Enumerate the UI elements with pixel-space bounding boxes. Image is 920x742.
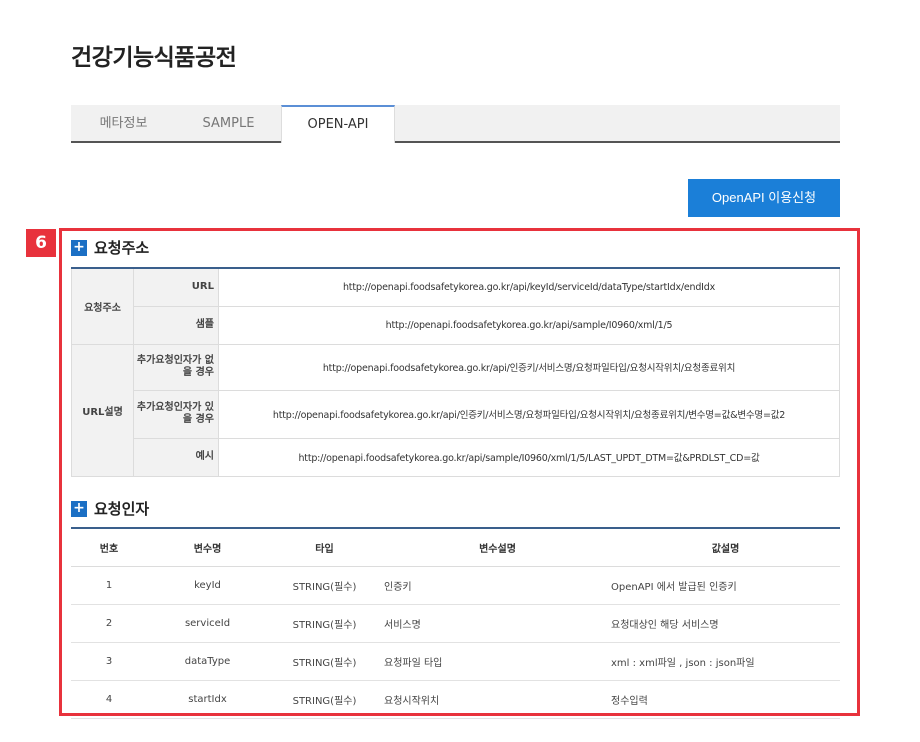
column-header: 변수설명 (381, 528, 611, 567)
table-row: URL설명 추가요청인자가 없을 경우 http://openapi.foods… (71, 343, 840, 477)
url-value: http://openapi.foodsafetykorea.go.kr/api… (218, 389, 840, 439)
param-value-description: 정수입력 (611, 680, 840, 719)
param-description: 인증키 (381, 566, 611, 605)
sample-url-value: http://openapi.foodsafetykorea.go.kr/api… (218, 305, 840, 345)
param-number: 4 (71, 680, 147, 719)
table-row: 요청주소 URL http://openapi.foodsafetykorea.… (71, 267, 840, 345)
table-row: 샘플 http://openapi.foodsafetykorea.go.kr/… (72, 305, 840, 345)
url-value: http://openapi.foodsafetykorea.go.kr/api… (218, 343, 840, 391)
param-value-description: xml : xml파일 , json : json파일 (611, 642, 840, 681)
plus-icon[interactable]: + (71, 239, 87, 256)
column-header: 번호 (71, 528, 147, 567)
table-row: 예시 http://openapi.foodsafetykorea.go.kr/… (72, 437, 840, 477)
group-label: 요청주소 (71, 267, 134, 345)
group-label: URL설명 (71, 343, 134, 477)
row-label: URL (133, 267, 219, 307)
param-name: dataType (147, 642, 268, 681)
table-row: 4 startIdx STRING(필수) 요청시작위치 정수입력 (71, 680, 840, 719)
example-url-value: http://openapi.foodsafetykorea.go.kr/api… (218, 437, 840, 477)
url-value: http://openapi.foodsafetykorea.go.kr/api… (218, 267, 840, 307)
param-description: 서비스명 (381, 604, 611, 643)
section-request-params: + 요청인자 (71, 498, 149, 519)
row-label: 추가요청인자가 없을 경우 (133, 343, 219, 391)
param-description: 요청파일 타입 (381, 642, 611, 681)
tab-bar: 메타정보 SAMPLE OPEN-API (71, 105, 840, 143)
column-header: 타입 (268, 528, 381, 567)
page-title: 건강기능식품공전 (71, 45, 237, 71)
param-type: STRING(필수) (268, 680, 381, 719)
table-header-row: 번호 변수명 타입 변수설명 값설명 (71, 528, 840, 567)
row-label: 추가요청인자가 있을 경우 (133, 389, 219, 439)
param-value-description: OpenAPI 에서 발급된 인증키 (611, 566, 840, 605)
callout-marker: 6 (26, 229, 56, 257)
table-row: 추가요청인자가 있을 경우 http://openapi.foodsafetyk… (72, 389, 840, 439)
param-name: serviceId (147, 604, 268, 643)
param-number: 3 (71, 642, 147, 681)
param-number: 2 (71, 604, 147, 643)
param-value-description: 요청대상인 해당 서비스명 (611, 604, 840, 643)
param-name: keyId (147, 566, 268, 605)
section-title: 요청인자 (94, 500, 150, 518)
request-params-table: 번호 변수명 타입 변수설명 값설명 1 keyId STRING(필수) 인증… (71, 527, 840, 719)
request-url-table: 요청주소 URL http://openapi.foodsafetykorea.… (71, 267, 840, 477)
plus-icon[interactable]: + (71, 500, 87, 517)
param-number: 1 (71, 566, 147, 605)
table-row: 2 serviceId STRING(필수) 서비스명 요청대상인 해당 서비스… (71, 604, 840, 643)
section-request-url: + 요청주소 (71, 237, 149, 258)
table-row: 1 keyId STRING(필수) 인증키 OpenAPI 에서 발급된 인증… (71, 566, 840, 605)
param-description: 요청시작위치 (381, 680, 611, 719)
param-type: STRING(필수) (268, 566, 381, 605)
param-name: startIdx (147, 680, 268, 719)
tab-sample[interactable]: SAMPLE (176, 105, 281, 141)
row-label: 예시 (133, 437, 219, 477)
row-label: 샘플 (133, 305, 219, 345)
column-header: 변수명 (147, 528, 268, 567)
param-type: STRING(필수) (268, 604, 381, 643)
tab-open-api[interactable]: OPEN-API (281, 105, 395, 143)
section-title: 요청주소 (94, 239, 150, 257)
tab-meta-info[interactable]: 메타정보 (71, 105, 176, 141)
column-header: 값설명 (611, 528, 840, 567)
table-row: 3 dataType STRING(필수) 요청파일 타입 xml : xml파… (71, 642, 840, 681)
openapi-apply-button[interactable]: OpenAPI 이용신청 (688, 179, 840, 217)
param-type: STRING(필수) (268, 642, 381, 681)
